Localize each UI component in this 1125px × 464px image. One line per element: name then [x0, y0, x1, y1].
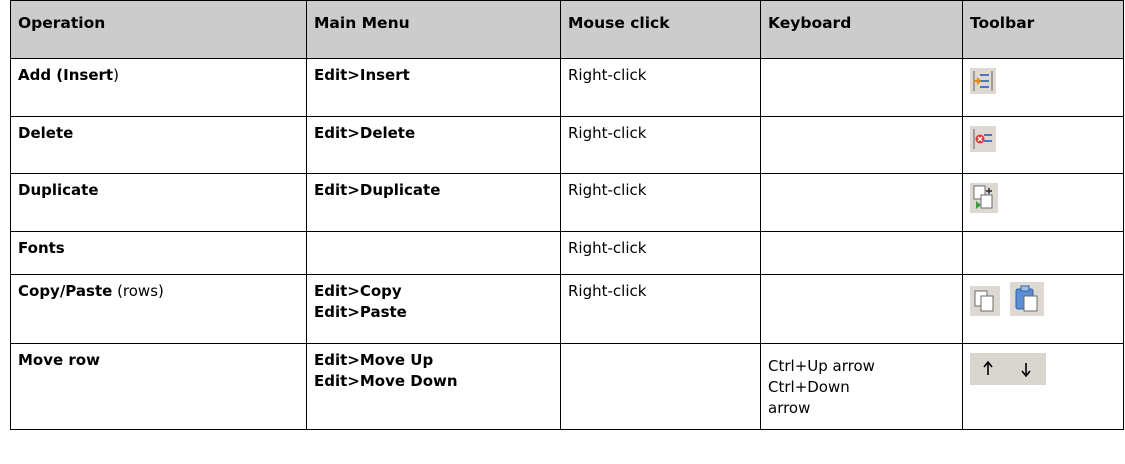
- keyboard-cell: [760, 274, 963, 344]
- toolbar-cell: [962, 343, 1124, 430]
- move-row-toolbar: [970, 353, 1046, 385]
- menu-path: Edit>Insert: [314, 66, 410, 84]
- table-row: Move row Edit>Move Up Edit>Move Down Ctrl…: [10, 343, 1124, 430]
- mouse-cell: Right-click: [560, 274, 761, 344]
- keyboard-cell: [760, 173, 963, 232]
- operation-name: Copy/Paste: [18, 282, 113, 300]
- menu-path: Edit>Delete: [314, 124, 416, 142]
- menu-cell: [306, 231, 561, 275]
- operation-cell: Add (Insert): [10, 58, 307, 117]
- paste-icon[interactable]: [1010, 282, 1044, 316]
- menu-cell: Edit>Copy Edit>Paste: [306, 274, 561, 344]
- column-header-toolbar: Toolbar: [962, 0, 1124, 59]
- menu-path: Edit>Move Down: [314, 372, 458, 390]
- operation-name: Duplicate: [18, 181, 99, 199]
- duplicate-row-icon[interactable]: [970, 183, 998, 213]
- menu-cell: Edit>Delete: [306, 116, 561, 174]
- operation-cell: Copy/Paste (rows): [10, 274, 307, 344]
- toolbar-cell: [962, 58, 1124, 117]
- keyboard-shortcut: arrow: [768, 399, 811, 417]
- keyboard-cell: Ctrl+Up arrow Ctrl+Down arrow: [760, 343, 963, 430]
- move-down-icon[interactable]: [1016, 357, 1036, 381]
- toolbar-cell: [962, 231, 1124, 275]
- keyboard-shortcut: Ctrl+Down: [768, 378, 850, 396]
- keyboard-cell: [760, 116, 963, 174]
- operation-suffix: ): [113, 66, 119, 84]
- operation-suffix: (rows): [112, 282, 164, 300]
- table-row: Copy/Paste (rows) Edit>Copy Edit>Paste Ri…: [10, 274, 1124, 344]
- operation-name: Fonts: [18, 239, 65, 257]
- toolbar-cell: [962, 274, 1124, 344]
- menu-path: Edit>Move Up: [314, 351, 434, 369]
- mouse-cell: [560, 343, 761, 430]
- column-header-keyboard: Keyboard: [760, 0, 963, 59]
- mouse-cell: Right-click: [560, 173, 761, 232]
- mouse-cell: Right-click: [560, 231, 761, 275]
- operation-cell: Delete: [10, 116, 307, 174]
- table-row: Duplicate Edit>Duplicate Right-click: [10, 173, 1124, 232]
- keyboard-cell: [760, 231, 963, 275]
- mouse-cell: Right-click: [560, 116, 761, 174]
- delete-row-icon[interactable]: [970, 126, 996, 152]
- column-header-mouse-click: Mouse click: [560, 0, 761, 59]
- move-up-icon[interactable]: [978, 357, 998, 381]
- operation-name: Move row: [18, 351, 100, 369]
- insert-row-icon[interactable]: [970, 68, 996, 94]
- menu-cell: Edit>Move Up Edit>Move Down: [306, 343, 561, 430]
- menu-cell: Edit>Duplicate: [306, 173, 561, 232]
- operation-name: Add (Insert: [18, 66, 114, 84]
- menu-cell: Edit>Insert: [306, 58, 561, 117]
- table-row: Add (Insert) Edit>Insert Right-click: [10, 58, 1124, 117]
- keyboard-shortcut: Ctrl+Up arrow: [768, 357, 875, 375]
- header-row: Operation Main Menu Mouse click Keyboard…: [10, 0, 1124, 59]
- table-row: Delete Edit>Delete Right-click: [10, 116, 1124, 174]
- table-row: Fonts Right-click: [10, 231, 1124, 275]
- copy-icon[interactable]: [970, 286, 1000, 316]
- keyboard-cell: [760, 58, 963, 117]
- mouse-cell: Right-click: [560, 58, 761, 117]
- menu-path: Edit>Duplicate: [314, 181, 441, 199]
- column-header-operation: Operation: [10, 0, 307, 59]
- operations-table: Operation Main Menu Mouse click Keyboard…: [10, 0, 1124, 430]
- operation-cell: Duplicate: [10, 173, 307, 232]
- menu-path: Edit>Copy: [314, 282, 402, 300]
- column-header-main-menu: Main Menu: [306, 0, 561, 59]
- menu-path: Edit>Paste: [314, 303, 407, 321]
- operation-name: Delete: [18, 124, 74, 142]
- toolbar-cell: [962, 116, 1124, 174]
- operation-cell: Move row: [10, 343, 307, 430]
- operation-cell: Fonts: [10, 231, 307, 275]
- toolbar-cell: [962, 173, 1124, 232]
